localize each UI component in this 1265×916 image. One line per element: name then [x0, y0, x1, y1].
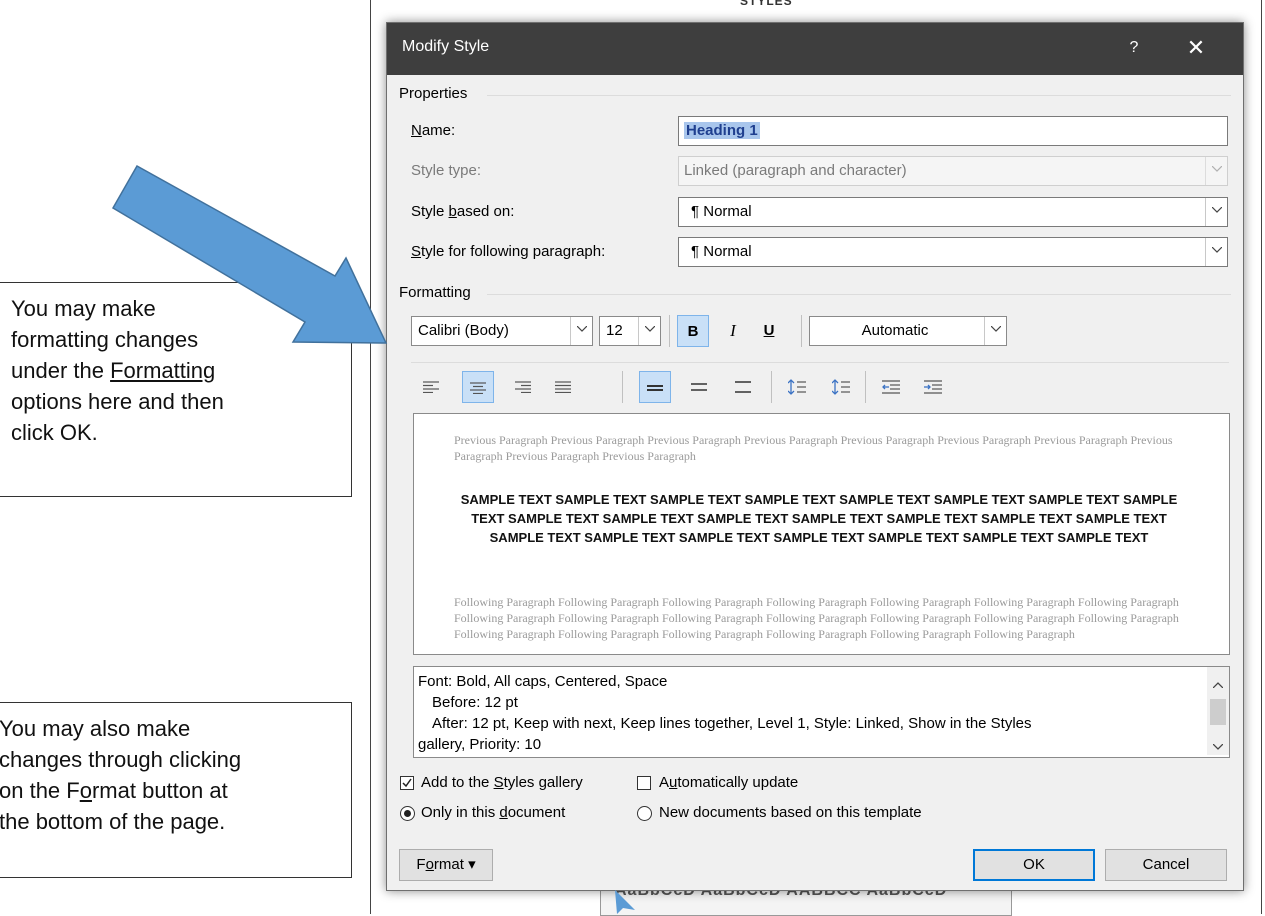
annotation-arrow — [111, 164, 388, 344]
small-pointer-arrow — [615, 890, 635, 914]
